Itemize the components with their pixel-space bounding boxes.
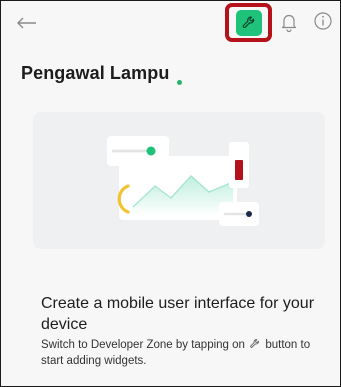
app-screen: Pengawal Lampu Create a mobile user inte… <box>0 0 341 387</box>
bell-icon <box>281 14 297 33</box>
wrench-icon <box>248 338 262 350</box>
developer-zone-button-highlight <box>225 3 272 42</box>
notifications-button[interactable] <box>279 11 299 33</box>
top-bar <box>1 1 340 47</box>
dashboard-widgets-illustration <box>107 136 259 226</box>
online-status-dot <box>177 80 183 85</box>
device-header: Pengawal Lampu <box>21 63 183 85</box>
dashboard-illustration <box>33 112 325 249</box>
developer-zone-button[interactable] <box>235 9 262 36</box>
info-button[interactable] <box>313 11 333 31</box>
wrench-icon <box>242 16 254 28</box>
empty-state-description: Switch to Developer Zone by tapping on b… <box>41 337 331 369</box>
empty-state-headline: Create a mobile user interface for your … <box>41 295 315 333</box>
device-name: Pengawal Lampu <box>21 63 170 83</box>
info-icon <box>314 12 332 30</box>
back-button[interactable] <box>15 11 39 35</box>
arrow-left-icon <box>17 17 36 29</box>
description-text-start: Switch to Developer Zone by tapping on <box>41 339 245 351</box>
